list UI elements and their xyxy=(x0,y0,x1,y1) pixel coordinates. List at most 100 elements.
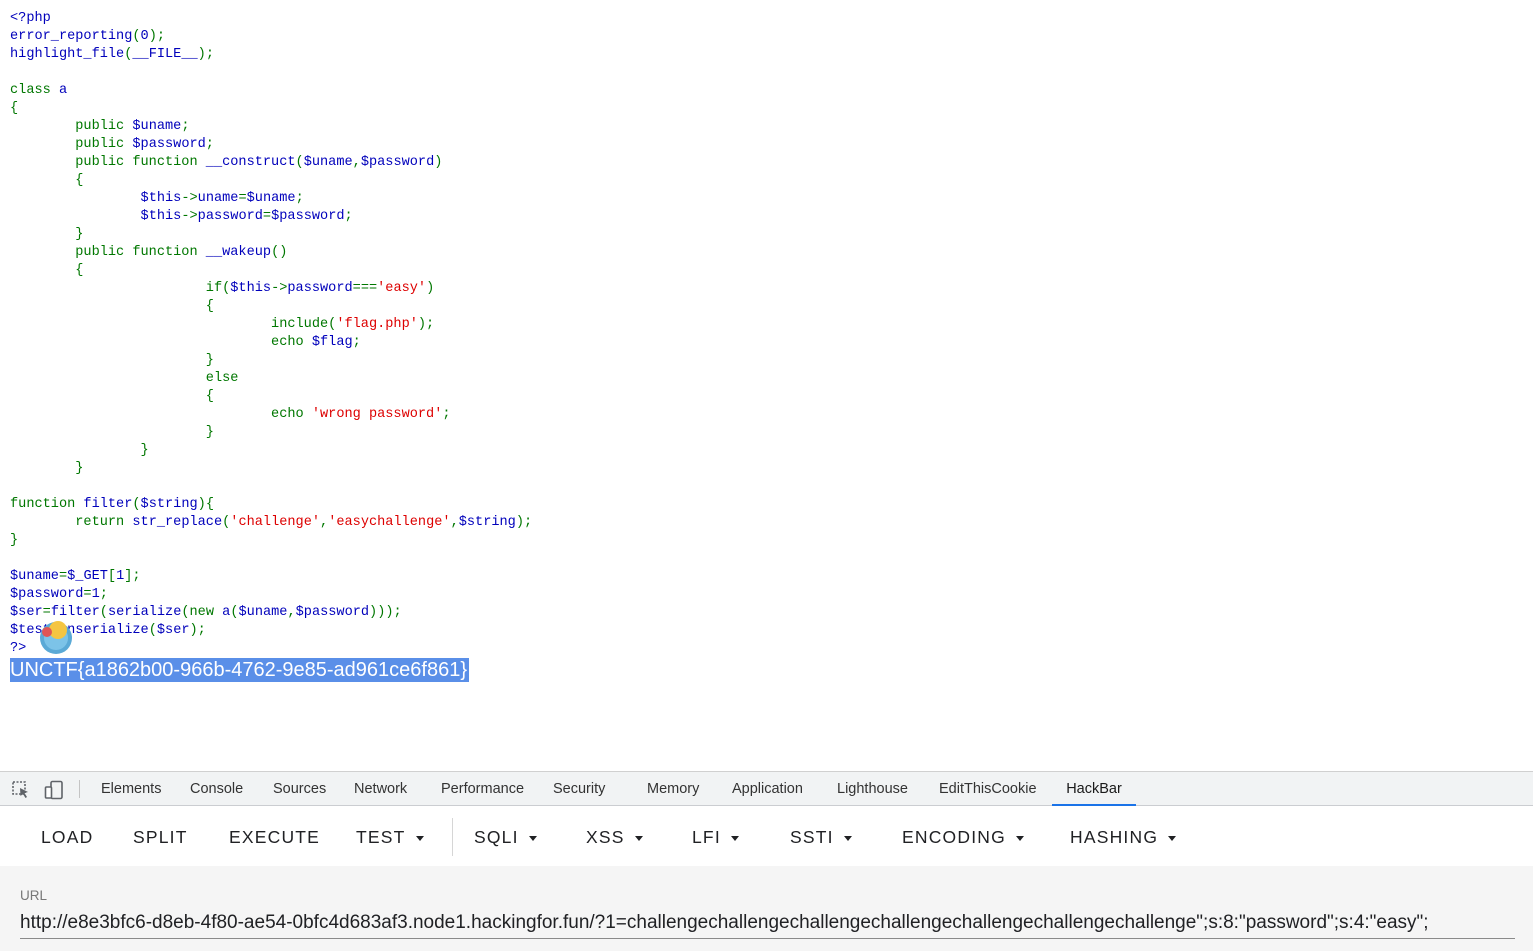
code-line: { xyxy=(10,262,532,280)
code-token: $uname xyxy=(10,569,59,584)
inspect-element-icon[interactable] xyxy=(11,780,31,800)
code-token: } xyxy=(10,443,149,458)
code-token: , xyxy=(320,515,329,530)
tab-application[interactable]: Application xyxy=(732,772,803,806)
code-token: , xyxy=(352,155,361,170)
code-token: ; xyxy=(295,191,304,206)
chevron-down-icon xyxy=(528,835,537,841)
tab-editthiscookie[interactable]: EditThisCookie xyxy=(939,772,1037,806)
code-line: $this->password=$password; xyxy=(10,208,532,226)
xss-button-label: XSS xyxy=(586,827,625,847)
code-line: $uname=$_GET[1]; xyxy=(10,568,532,586)
execute-button-label: EXECUTE xyxy=(229,827,321,847)
code-token: password xyxy=(287,281,353,296)
test-button-label: TEST xyxy=(356,827,406,847)
load-button[interactable]: LOAD xyxy=(41,806,93,866)
code-token: __FILE__ xyxy=(132,47,198,62)
php-source-code: <?php error_reporting(0); highlight_file(_… xyxy=(10,10,532,658)
code-token: $password xyxy=(132,137,206,152)
code-token: 'wrong password' xyxy=(311,407,443,422)
code-token: password xyxy=(197,209,263,224)
chevron-down-icon xyxy=(730,835,739,841)
url-section: URL http://e8e3bfc6-d8eb-4f80-ae54-0bfc4… xyxy=(0,866,1533,951)
tab-network[interactable]: Network xyxy=(354,772,407,806)
code-token: highlight_file xyxy=(10,47,125,62)
toolbar-separator xyxy=(452,818,453,856)
code-token: ( xyxy=(132,497,141,512)
code-line: <?php xyxy=(10,10,532,28)
code-token: { xyxy=(10,263,84,278)
code-token: $password xyxy=(360,155,435,170)
tab-console[interactable]: Console xyxy=(190,772,243,806)
code-token: ); xyxy=(197,47,214,62)
test-dropdown-button[interactable]: TEST xyxy=(356,806,424,866)
tab-memory[interactable]: Memory xyxy=(647,772,699,806)
code-token: public xyxy=(10,137,133,152)
code-token: public xyxy=(10,119,133,134)
load-button-label: LOAD xyxy=(41,827,94,847)
code-token: ) xyxy=(434,155,443,170)
code-token: -> xyxy=(271,281,288,296)
code-token: echo xyxy=(10,335,312,350)
code-token: , xyxy=(287,605,296,620)
code-line: $this->uname=$uname; xyxy=(10,190,532,208)
code-line: } xyxy=(10,352,532,370)
tab-security[interactable]: Security xyxy=(553,772,605,806)
code-token: ))); xyxy=(369,605,402,620)
code-line: include('flag.php'); xyxy=(10,316,532,334)
ssti-dropdown-button[interactable]: SSTI xyxy=(790,806,852,866)
xss-dropdown-button[interactable]: XSS xyxy=(586,806,643,866)
devtools-panel: Elements Console Sources Network Perform… xyxy=(0,771,1533,951)
code-token: ( xyxy=(295,155,304,170)
lfi-dropdown-button[interactable]: LFI xyxy=(692,806,739,866)
sqli-dropdown-button[interactable]: SQLI xyxy=(474,806,537,866)
code-token: $_GET xyxy=(67,569,108,584)
encoding-dropdown-button[interactable]: ENCODING xyxy=(902,806,1024,866)
devtools-tabbar: Elements Console Sources Network Perform… xyxy=(0,772,1533,806)
tab-elements[interactable]: Elements xyxy=(101,772,161,806)
code-token: ]; xyxy=(124,569,141,584)
hashing-dropdown-button[interactable]: HASHING xyxy=(1070,806,1177,866)
tab-lighthouse[interactable]: Lighthouse xyxy=(837,772,908,806)
device-toolbar-icon[interactable] xyxy=(44,780,64,800)
code-line: } xyxy=(10,424,532,442)
code-token: $this xyxy=(140,209,182,224)
ssti-button-label: SSTI xyxy=(790,827,834,847)
code-line: if($this->password==='easy') xyxy=(10,280,532,298)
code-line: function filter($string){ xyxy=(10,496,532,514)
encoding-button-label: ENCODING xyxy=(902,827,1006,847)
code-line: error_reporting(0); xyxy=(10,28,532,46)
url-input[interactable]: http://e8e3bfc6-d8eb-4f80-ae54-0bfc4d683… xyxy=(20,910,1515,939)
code-token: else xyxy=(10,371,239,386)
code-line: { xyxy=(10,298,532,316)
code-line: highlight_file(__FILE__); xyxy=(10,46,532,64)
code-token: === xyxy=(352,281,378,296)
code-token: -> xyxy=(181,191,198,206)
code-token: () xyxy=(271,245,288,260)
tab-sources[interactable]: Sources xyxy=(273,772,326,806)
code-token: ; xyxy=(352,335,361,350)
tab-performance[interactable]: Performance xyxy=(441,772,524,806)
code-token: str_replace xyxy=(132,515,223,530)
code-line: return str_replace('challenge','easychal… xyxy=(10,514,532,532)
code-line: public $uname; xyxy=(10,118,532,136)
chevron-down-icon xyxy=(1168,835,1177,841)
tab-hackbar[interactable]: HackBar xyxy=(1052,772,1136,806)
chevron-down-icon xyxy=(1015,835,1024,841)
split-button-label: SPLIT xyxy=(133,827,188,847)
code-line: } xyxy=(10,226,532,244)
split-button[interactable]: SPLIT xyxy=(133,806,188,866)
code-token: { xyxy=(10,101,19,116)
execute-button[interactable]: EXECUTE xyxy=(229,806,320,866)
code-line: echo $flag; xyxy=(10,334,532,352)
code-line: ?> xyxy=(10,640,532,658)
code-token: = xyxy=(238,191,247,206)
code-token: 'flag.php' xyxy=(336,317,418,332)
code-token: = xyxy=(58,569,68,584)
code-line: } xyxy=(10,460,532,478)
code-token: ){ xyxy=(197,497,214,512)
code-token: ); xyxy=(189,623,206,638)
